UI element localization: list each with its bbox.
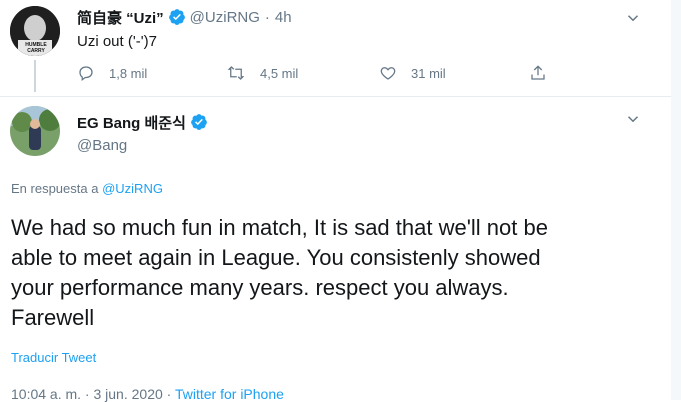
reply-context: En respuesta a @UziRNG [11, 181, 163, 196]
retweet-count: 4,5 mil [260, 65, 299, 81]
tweet-text-line: Farewell [11, 305, 95, 330]
avatar-uzi[interactable]: HUMBLE CARRY [10, 6, 60, 56]
display-name[interactable]: 简自豪 “Uzi” [77, 7, 164, 28]
tweet-divider [0, 96, 681, 97]
like-button[interactable]: 31 mil [379, 64, 446, 82]
avatar-bang[interactable] [10, 106, 60, 156]
separator: · [264, 8, 270, 26]
reply-icon [79, 66, 93, 82]
tweet1-text: Uzi out ('-')7 [77, 33, 157, 50]
chevron-down-icon[interactable] [624, 110, 642, 128]
heart-icon [380, 67, 396, 80]
reply-count: 1,8 mil [109, 65, 148, 81]
translate-tweet-link[interactable]: Traducir Tweet [11, 350, 96, 365]
tweet-text-line: able to meet again in League. You consis… [11, 245, 541, 270]
handle[interactable]: @UziRNG [190, 9, 260, 26]
tweet2-header: EG Bang 배준식 [77, 111, 208, 133]
reply-button[interactable]: 1,8 mil [77, 64, 147, 82]
chevron-down-icon[interactable] [624, 9, 642, 27]
retweet-icon [227, 66, 245, 80]
thread-line [34, 60, 36, 92]
verified-icon [191, 114, 207, 130]
tweet2-text: We had so much fun in match, It is sad t… [11, 213, 548, 333]
avatar-shirt-text: HUMBLE CARRY [25, 42, 47, 54]
retweet-button[interactable]: 4,5 mil [226, 64, 298, 82]
time-ago[interactable]: 4h [275, 9, 292, 26]
tweet1-header: 简自豪 “Uzi” @UziRNG · 4h [77, 6, 292, 28]
tweet-text-line: your performance many years. respect you… [11, 275, 509, 300]
scrollbar[interactable] [671, 0, 681, 400]
verified-icon [168, 9, 185, 25]
share-icon[interactable] [529, 64, 547, 82]
reply-prefix: En respuesta a [11, 181, 99, 196]
like-count: 31 mil [411, 65, 446, 81]
tweet-text-line: We had so much fun in match, It is sad t… [11, 215, 548, 240]
reply-to-link[interactable]: @UziRNG [102, 181, 163, 196]
display-name[interactable]: EG Bang 배준식 [77, 112, 186, 133]
handle[interactable]: @Bang [77, 137, 127, 154]
